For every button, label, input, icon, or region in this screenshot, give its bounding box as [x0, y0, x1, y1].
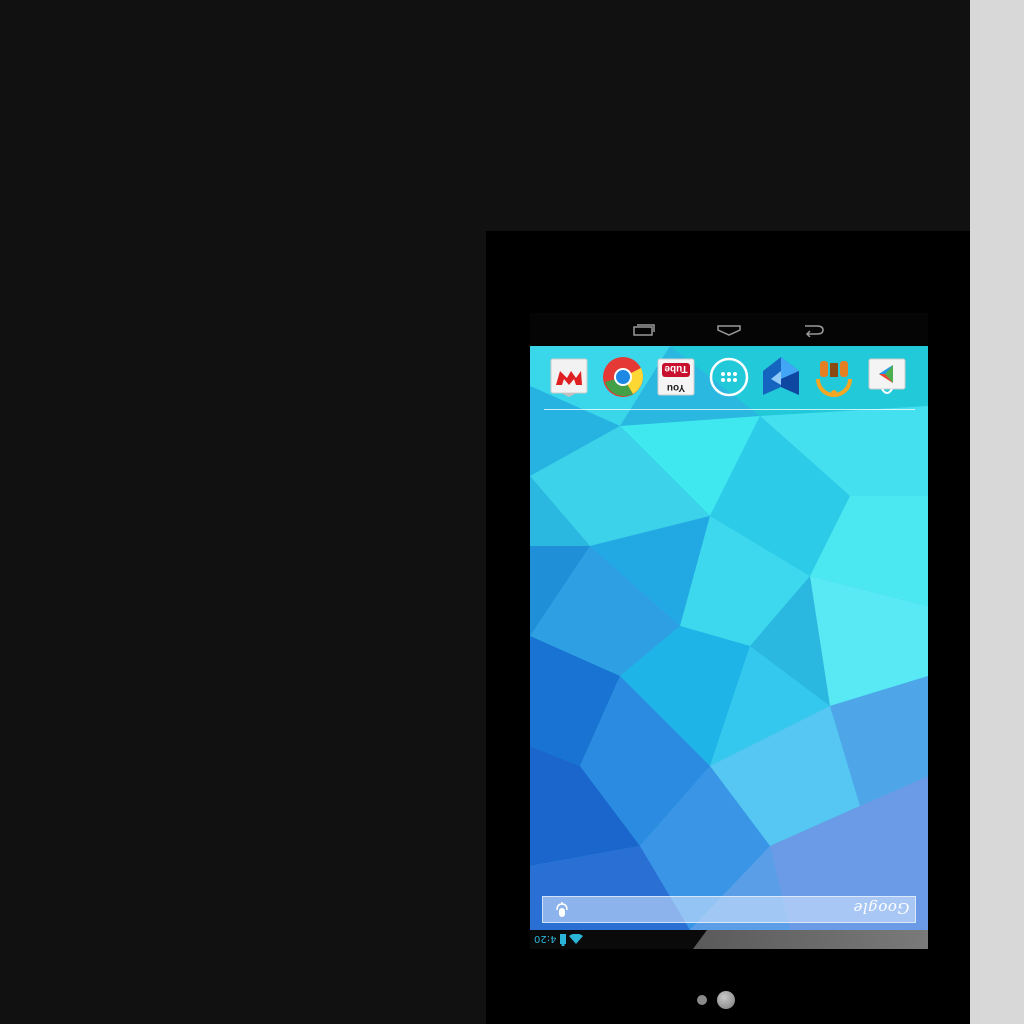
tablet-device: You Tube Google 4:20	[486, 231, 970, 1024]
notification-area[interactable]	[693, 930, 928, 949]
battery-icon	[560, 934, 566, 946]
right-edge-panel	[970, 0, 1024, 1024]
home-icon[interactable]	[715, 319, 743, 341]
youtube-label-top: You	[667, 382, 685, 393]
wallpaper	[530, 346, 928, 930]
recent-apps-icon[interactable]	[630, 319, 658, 341]
clock-time: 4:20	[534, 933, 557, 944]
navigation-bar	[530, 313, 928, 346]
m-app-icon[interactable]	[547, 355, 591, 399]
youtube-icon[interactable]: You Tube	[654, 355, 698, 399]
status-bar: 4:20	[530, 930, 928, 949]
headphones-app-icon[interactable]	[812, 355, 856, 399]
microphone-icon[interactable]	[555, 902, 569, 918]
tablet-screen: You Tube Google 4:20	[530, 313, 928, 949]
wifi-icon	[569, 934, 583, 944]
dock-divider	[544, 409, 915, 410]
google-search-bar[interactable]: Google	[542, 896, 916, 923]
app-dock: You Tube	[530, 353, 928, 403]
page-indicator-dot-1[interactable]	[697, 995, 707, 1005]
page-indicator	[486, 986, 970, 1016]
app-drawer-icon[interactable]	[707, 355, 751, 399]
blue-arrow-app-icon[interactable]	[759, 355, 803, 399]
youtube-label-bottom: Tube	[664, 363, 688, 374]
page-indicator-dot-2[interactable]	[717, 991, 735, 1009]
chrome-icon[interactable]	[601, 355, 645, 399]
google-search-label: Google	[852, 899, 909, 917]
back-icon[interactable]	[800, 319, 828, 341]
play-store-icon[interactable]	[865, 355, 909, 399]
